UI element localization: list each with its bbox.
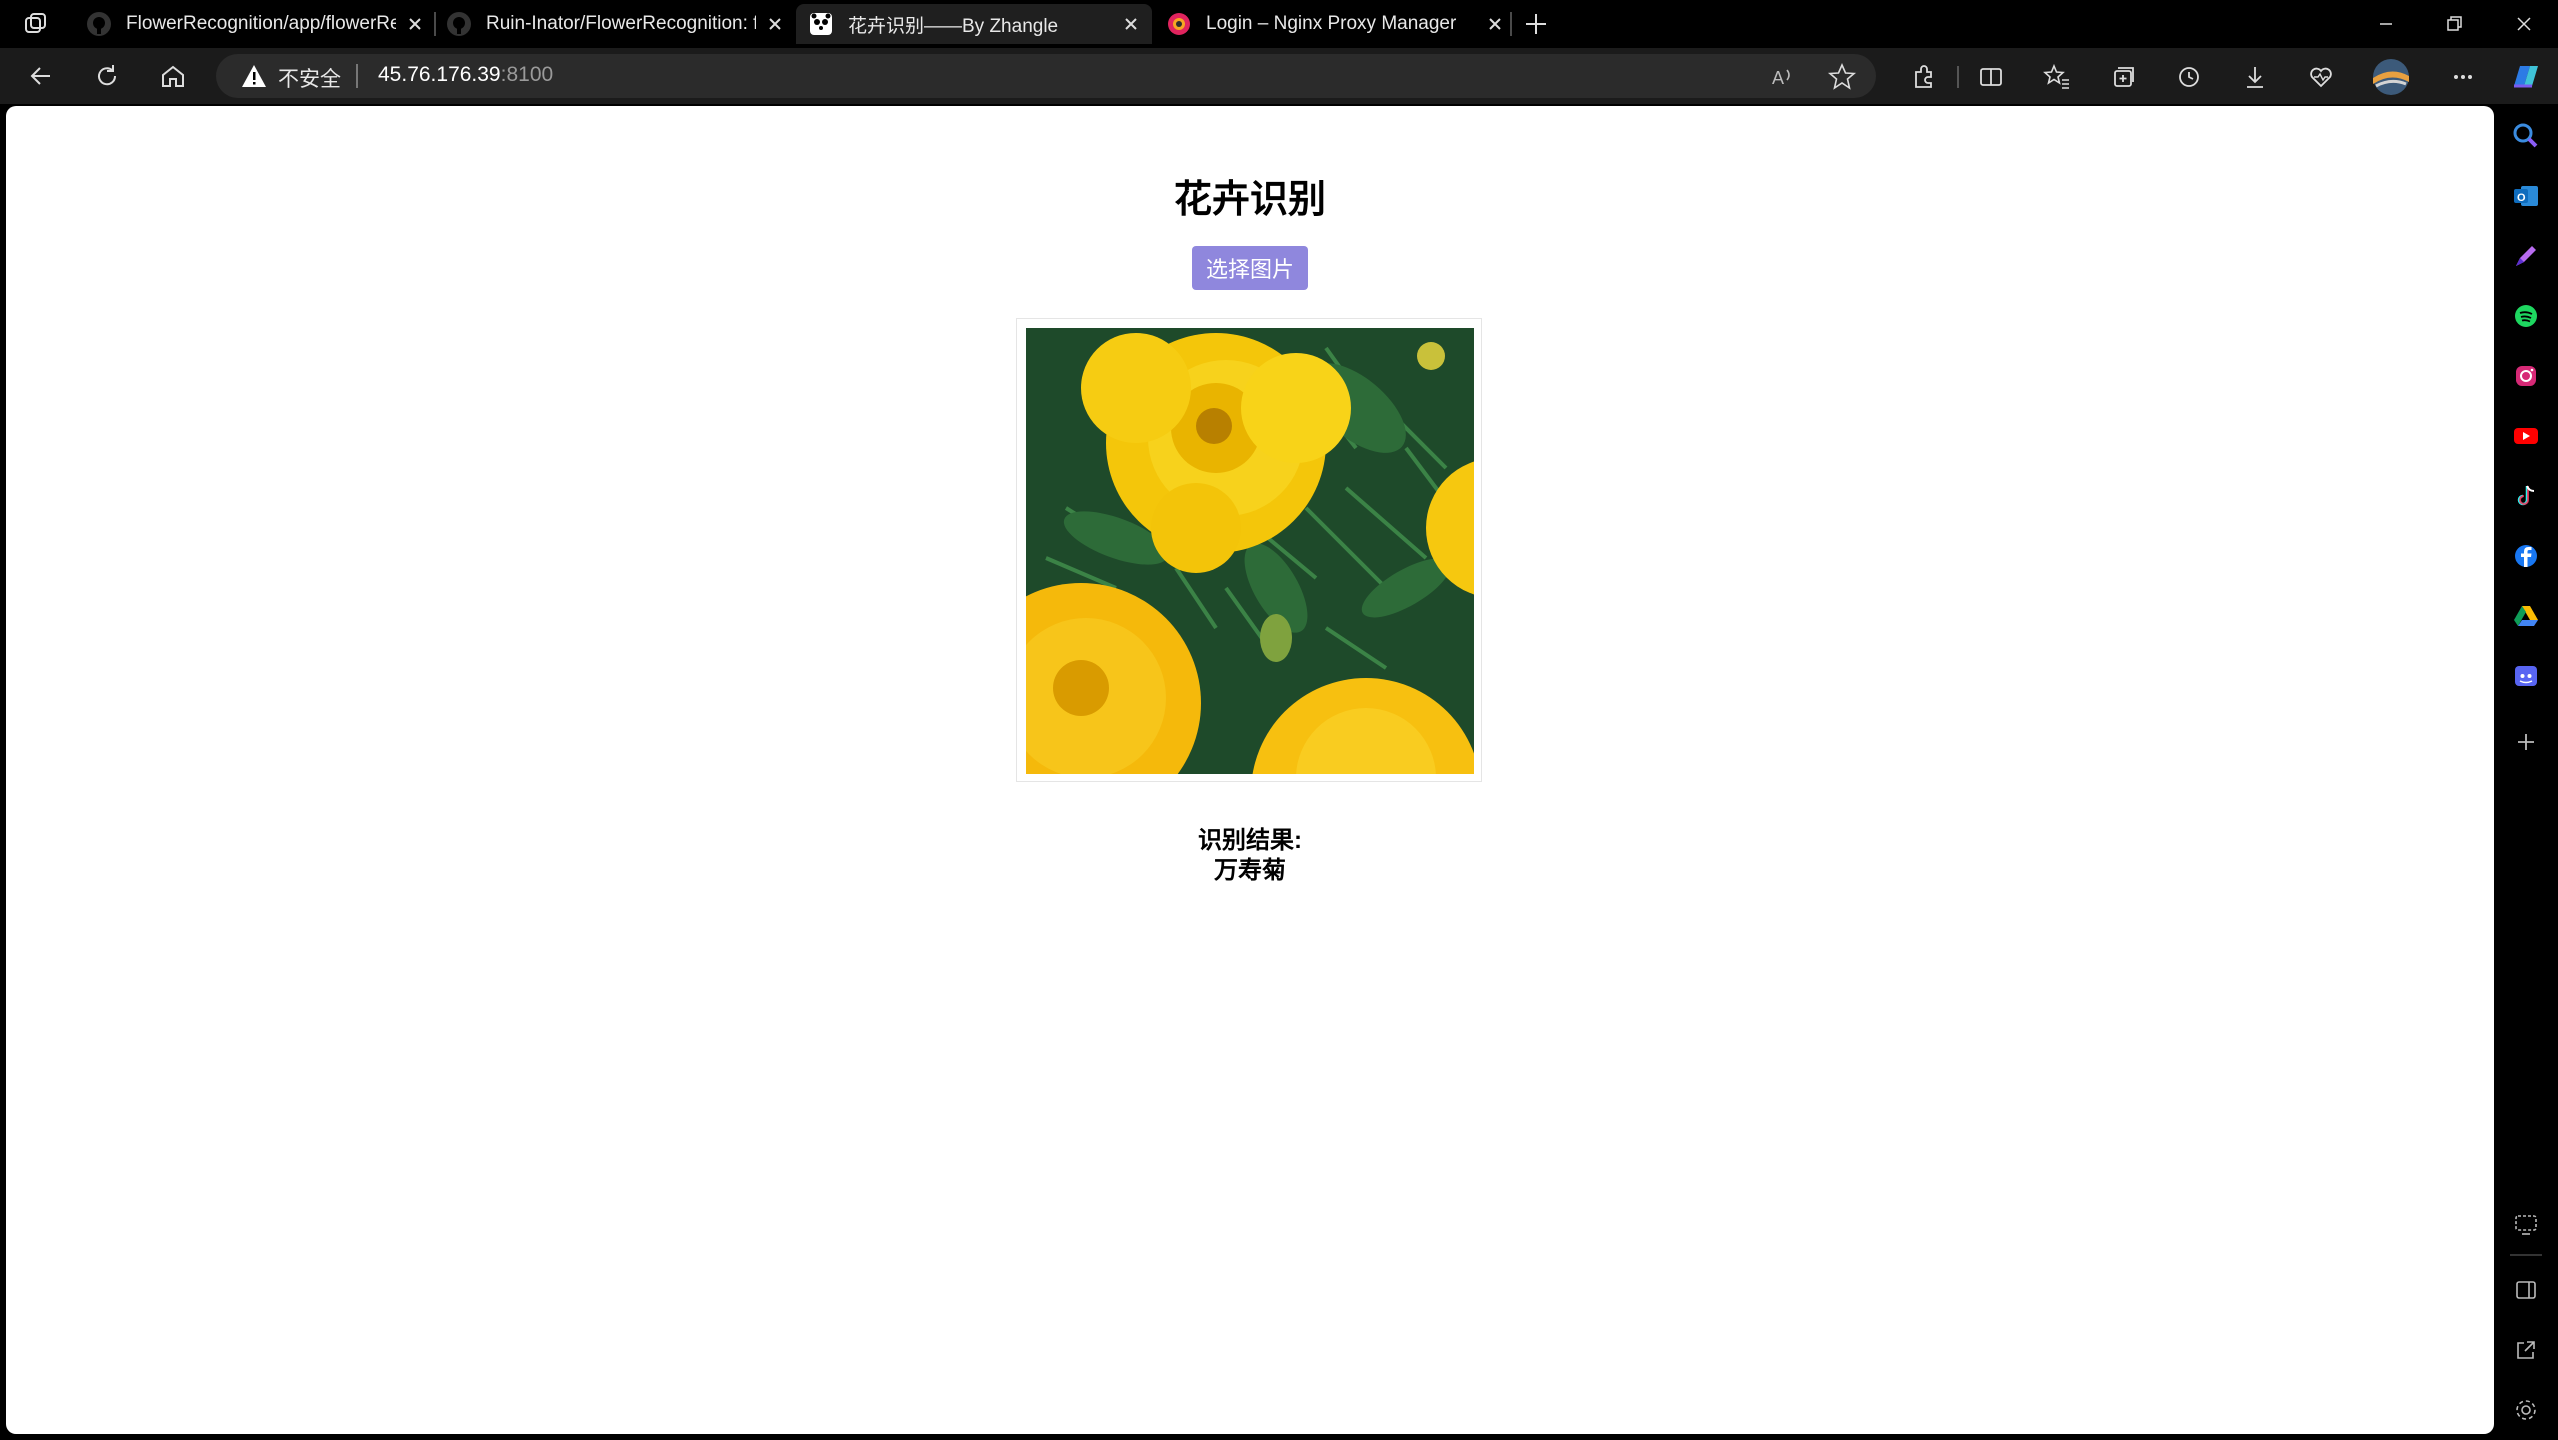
home-icon[interactable]: [156, 59, 190, 93]
facebook-icon[interactable]: [2508, 538, 2544, 574]
refresh-icon[interactable]: [90, 59, 124, 93]
restore-icon[interactable]: [2440, 10, 2468, 38]
minimize-icon[interactable]: [2372, 10, 2400, 38]
tab-flower-recognition[interactable]: 花卉识别——By Zhangle: [796, 4, 1152, 44]
tab-title: FlowerRecognition/app/flowerRe: [126, 13, 396, 34]
extensions-icon[interactable]: [1906, 60, 1940, 94]
warning-icon[interactable]: [240, 62, 268, 90]
tab-title: Ruin-Inator/FlowerRecognition: f: [486, 13, 756, 34]
github-icon: [86, 11, 112, 37]
close-window-icon[interactable]: [2510, 10, 2538, 38]
security-label[interactable]: 不安全: [278, 63, 341, 93]
tab-divider: [1510, 12, 1512, 36]
spotify-icon[interactable]: [2508, 298, 2544, 334]
youtube-icon[interactable]: [2508, 418, 2544, 454]
choose-image-button[interactable]: 选择图片: [1192, 246, 1308, 290]
result-value: 万寿菊: [1214, 857, 1286, 884]
collections-icon[interactable]: [2106, 60, 2140, 94]
svg-text:A: A: [1772, 68, 1784, 88]
github-icon: [446, 11, 472, 37]
nginx-proxy-manager-icon: [1166, 11, 1192, 37]
tab-flowerrecognition-app[interactable]: FlowerRecognition/app/flowerRe: [86, 4, 426, 44]
panda-icon: [808, 11, 834, 37]
add-icon[interactable]: [2508, 724, 2544, 760]
close-tab-icon[interactable]: [764, 13, 786, 35]
performance-heart-icon[interactable]: [2304, 60, 2338, 94]
favorites-icon[interactable]: [2040, 60, 2074, 94]
close-tab-icon[interactable]: [404, 13, 426, 35]
settings-icon[interactable]: [2508, 1392, 2544, 1428]
close-tab-icon[interactable]: [1484, 13, 1506, 35]
history-icon[interactable]: [2172, 60, 2206, 94]
open-external-icon[interactable]: [2508, 1332, 2544, 1368]
google-drive-icon[interactable]: [2508, 598, 2544, 634]
more-options-icon[interactable]: [2446, 60, 2480, 94]
outlook-icon[interactable]: O: [2508, 178, 2544, 214]
instagram-icon[interactable]: [2508, 358, 2544, 394]
read-aloud-icon[interactable]: A: [1766, 61, 1798, 93]
tab-title: Login – Nginx Proxy Manager: [1206, 13, 1457, 34]
discord-icon[interactable]: [2508, 658, 2544, 694]
sidebar-divider: [2510, 1254, 2542, 1256]
workspaces-icon[interactable]: [22, 10, 50, 38]
back-icon[interactable]: [24, 59, 58, 93]
address-divider: [356, 64, 358, 88]
svg-text:O: O: [2517, 192, 2526, 204]
url-text[interactable]: 45.76.176.39:8100: [378, 63, 553, 87]
search-icon[interactable]: [2508, 118, 2544, 154]
page-viewport: 花卉识别 选择图片 识别结果: 万寿菊: [6, 106, 2494, 1434]
toolbar-divider: [1957, 66, 1959, 88]
url-port: :8100: [500, 63, 554, 86]
tiktok-icon[interactable]: [2508, 478, 2544, 514]
tab-nginx-proxy-manager[interactable]: Login – Nginx Proxy Manager: [1166, 4, 1506, 44]
copilot-icon[interactable]: [2506, 58, 2544, 96]
copilot-pen-icon[interactable]: [2508, 238, 2544, 274]
tab-ruin-inator-repo[interactable]: Ruin-Inator/FlowerRecognition: f: [446, 4, 786, 44]
sidebar-toggle-icon[interactable]: [2508, 1272, 2544, 1308]
url-host: 45.76.176.39: [378, 63, 501, 86]
page-title: 花卉识别: [1173, 179, 1326, 221]
downloads-icon[interactable]: [2238, 60, 2272, 94]
tab-divider: [434, 12, 436, 36]
image-preview-frame: [1016, 318, 1482, 782]
avatar[interactable]: [2372, 58, 2410, 96]
favorite-star-icon[interactable]: [1826, 61, 1858, 93]
new-tab-icon[interactable]: [1522, 10, 1550, 38]
flower-image: [1026, 328, 1474, 774]
close-tab-icon[interactable]: [1120, 13, 1142, 35]
split-screen-icon[interactable]: [1974, 60, 2008, 94]
screenshot-icon[interactable]: [2508, 1206, 2544, 1242]
tab-title: 花卉识别——By Zhangle: [848, 15, 1059, 37]
